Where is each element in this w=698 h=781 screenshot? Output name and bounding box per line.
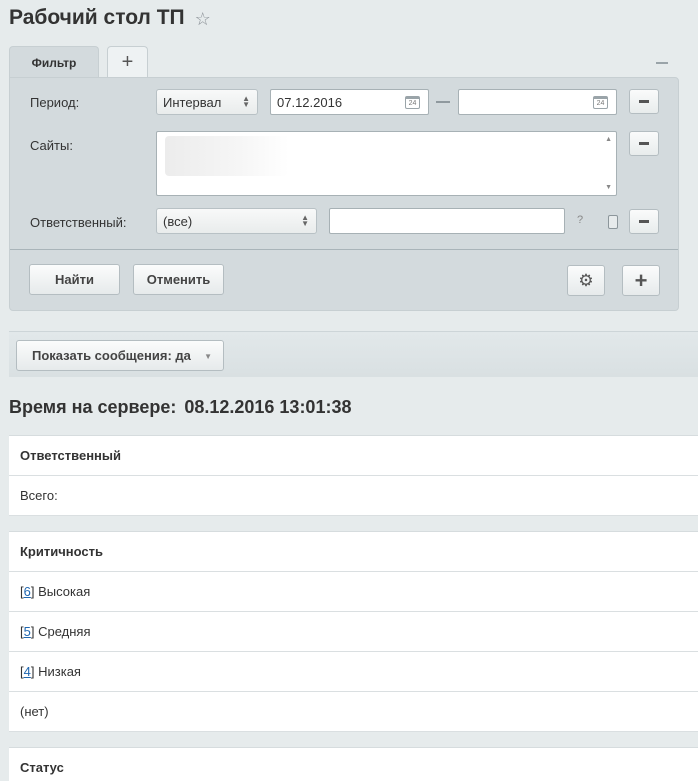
criticality-label: Низкая [38,664,81,679]
page-title-text: Рабочий стол ТП [9,6,185,29]
scroll-down-icon[interactable]: ▼ [605,184,612,191]
collapse-filter-icon[interactable] [656,62,668,64]
remove-period-button[interactable] [629,89,659,114]
total-label: Всего: [20,488,58,503]
criticality-label: (нет) [20,704,49,719]
select-arrows-icon: ▲ ▼ [242,94,250,109]
remove-sites-button[interactable] [629,131,659,156]
date-to-field[interactable]: 24 [458,89,617,115]
count-link[interactable]: 5 [24,624,31,639]
plus-icon: + [121,51,134,73]
table-row: (нет) [9,692,698,732]
status-header: Статус [20,760,64,775]
star-icon[interactable]: ☆ [195,9,211,30]
criticality-header: Критичность [20,544,103,559]
status-table: Статус [9,747,698,781]
filter-panel: Период: Интервал ▲ ▼ 07.12.2016 24 24 Сай… [9,77,679,311]
table-header: Ответственный [9,436,698,476]
range-separator [436,101,450,103]
scroll-up-icon[interactable]: ▲ [605,136,612,143]
criticality-label: Средняя [38,624,91,639]
responsible-select[interactable]: (все) ▲ ▼ [156,208,317,234]
bracket: ] [30,584,35,599]
responsible-header: Ответственный [20,448,121,463]
table-row: [5] Средняя [9,612,698,652]
cancel-button[interactable]: Отменить [133,264,224,295]
sites-label: Сайты: [30,138,73,153]
tab-filter[interactable]: Фильтр [9,46,99,78]
period-type-select[interactable]: Интервал ▲ ▼ [156,89,258,115]
table-header: Статус [9,748,698,781]
responsible-value: (все) [163,213,193,229]
bracket: ] [30,664,35,679]
responsible-label: Ответственный: [30,215,127,230]
table-header: Критичность [9,532,698,572]
bracket: ] [30,624,35,639]
server-time-label: Время на сервере: [9,397,177,417]
calendar-icon[interactable]: 24 [405,96,420,109]
chevron-down-icon: ▼ [204,352,212,361]
remove-responsible-button[interactable] [629,209,659,234]
show-messages-dropdown[interactable]: Показать сообщения: да ▼ [16,340,224,371]
count-link[interactable]: 4 [24,664,31,679]
tab-filter-label: Фильтр [31,55,77,70]
responsible-checkbox[interactable] [608,215,618,229]
add-field-button[interactable]: + [622,265,660,296]
date-from-value: 07.12.2016 [277,94,343,110]
add-filter-tab-button[interactable]: + [107,46,148,78]
criticality-table: Критичность [6] Высокая [5] Средняя [4] … [9,531,698,732]
responsible-table: Ответственный Всего: [9,435,698,516]
count-link[interactable]: 6 [24,584,31,599]
date-from-field[interactable]: 07.12.2016 24 [270,89,429,115]
server-time: Время на сервере: 08.12.2016 13:01:38 [9,397,351,418]
calendar-icon[interactable]: 24 [593,96,608,109]
period-label: Период: [30,95,80,110]
table-row: Всего: [9,476,698,516]
table-row: [6] Высокая [9,572,698,612]
sites-listbox[interactable]: ▲ ▼ [156,131,617,196]
show-messages-label: Показать сообщения: да [32,348,191,363]
blurred-site-entry [165,136,289,176]
minus-icon [639,100,649,103]
minus-icon [639,142,649,145]
filter-divider [10,249,678,250]
page-title: Рабочий стол ТП ☆ [9,6,211,30]
plus-icon: + [634,267,648,293]
settings-button[interactable]: ⚙ [567,265,605,296]
minus-icon [639,220,649,223]
gear-icon: ⚙ [578,270,594,290]
responsible-search-input[interactable] [329,208,565,234]
period-type-value: Интервал [163,94,222,110]
select-arrows-icon: ▲ ▼ [301,213,309,228]
criticality-label: Высокая [38,584,91,599]
server-time-value: 08.12.2016 13:01:38 [184,397,352,417]
table-row: [4] Низкая [9,652,698,692]
help-icon[interactable]: ? [577,214,583,226]
find-button[interactable]: Найти [29,264,120,295]
